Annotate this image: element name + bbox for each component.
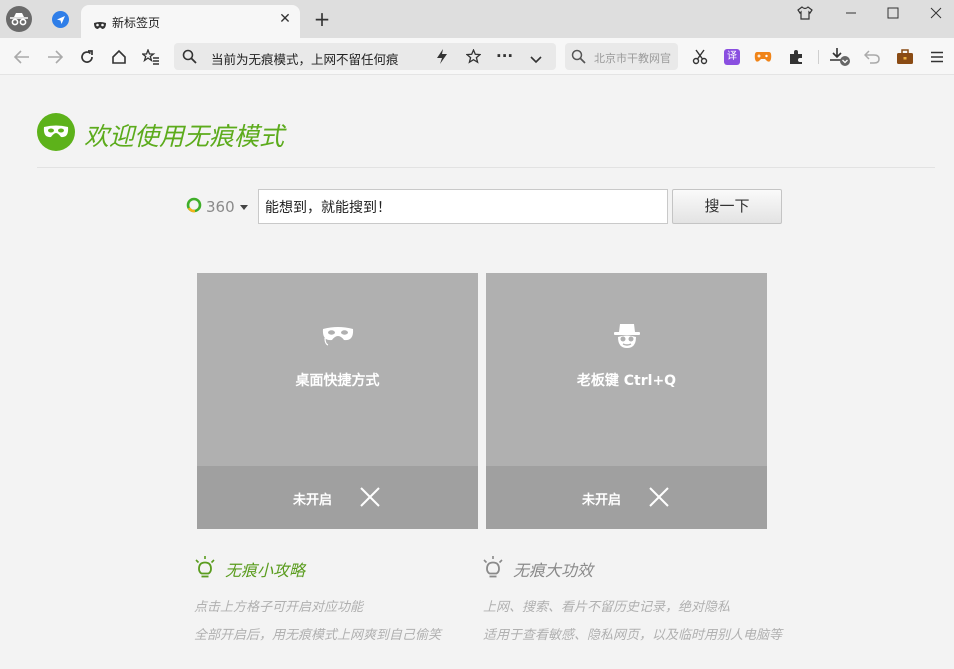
translate-label: 译 [724,49,740,65]
spy-icon [610,321,644,351]
card-title: 老板键 Ctrl+Q [576,373,677,389]
toolbar: 当前为无痕模式，上网不留任何痕 ··· 北京市干教网官 译 [0,38,954,75]
active-tab[interactable]: 新标签页 ✕ [81,5,300,38]
desktop-shortcut-card[interactable]: 桌面快捷方式 未开启 [197,273,478,529]
incognito-mask-logo-icon [37,113,75,151]
maximize-button[interactable] [880,3,906,23]
caret-down-icon [239,204,248,210]
search-input[interactable]: 能想到，就能搜到！ [258,189,668,224]
search-engine-name: 360 [206,198,235,216]
toolbox-briefcase-icon[interactable] [894,46,916,68]
back-icon[interactable] [11,46,33,68]
search-box-placeholder: 北京市干教网官 [594,52,671,65]
title-bar: 新标签页 ✕ + [0,0,954,38]
card-status: 未开启 [293,493,333,508]
360-logo-icon [186,197,202,217]
forward-icon[interactable] [44,46,66,68]
toolbar-separator [818,50,819,64]
main-menu-icon[interactable] [926,46,948,68]
search-icon [571,49,586,68]
favorites-list-icon[interactable] [140,46,162,68]
search-engine-selector[interactable]: 360 [186,197,248,217]
tip-line: 上网、搜索、看片不留历史记录，绝对隐私 [483,600,731,615]
close-window-button[interactable] [923,3,949,23]
download-icon[interactable] [829,46,851,68]
mask-tab-icon [93,16,107,35]
lightning-icon[interactable] [436,49,448,68]
new-tab-button[interactable]: + [312,7,332,31]
pinned-tab-navigation-icon[interactable] [52,11,69,28]
reload-icon[interactable] [76,46,98,68]
address-bar[interactable]: 当前为无痕模式，上网不留任何痕 ··· [174,43,556,70]
card-footer[interactable]: 未开启 [486,466,767,529]
disabled-x-icon [648,486,670,508]
undo-close-icon[interactable] [861,46,883,68]
extensions-puzzle-icon[interactable] [785,46,807,68]
incognito-new-tab-page: 欢迎使用无痕模式 360 能想到，就能搜到！ 搜一下 桌面快捷方式 未开启 老板… [0,76,954,669]
game-controller-icon[interactable] [752,46,774,68]
disabled-x-icon [359,486,381,508]
tip-heading: 无痕大功效 [513,561,594,580]
search-icon [182,49,197,68]
divider [37,167,935,168]
translate-icon[interactable]: 译 [721,46,743,68]
tab-title: 新标签页 [112,16,161,30]
search-box[interactable]: 北京市干教网官 [565,43,678,70]
home-icon[interactable] [108,46,130,68]
skin-icon[interactable] [792,3,818,23]
boss-key-card[interactable]: 老板键 Ctrl+Q 未开启 [486,273,767,529]
incognito-icon[interactable] [6,6,32,32]
tip-line: 点击上方格子可开启对应功能 [194,600,364,615]
screenshot-scissors-icon[interactable] [689,46,711,68]
card-footer[interactable]: 未开启 [197,466,478,529]
tab-close-icon[interactable]: ✕ [277,11,293,27]
card-title: 桌面快捷方式 [295,373,380,389]
card-status: 未开启 [582,493,622,508]
address-text: 当前为无痕模式，上网不留任何痕 [211,52,399,67]
lightbulb-icon [482,554,504,580]
tip-heading: 无痕小攻略 [225,561,306,580]
tip-line: 适用于查看敏感、隐私网页，以及临时用别人电脑等 [483,628,783,643]
tip-line: 全部开启后，用无痕模式上网爽到自己偷笑 [194,628,442,643]
minimize-button[interactable] [838,3,864,23]
chevron-down-icon[interactable] [530,50,542,69]
bookmark-star-icon[interactable] [465,48,482,68]
mask-icon [321,321,355,351]
welcome-heading: 欢迎使用无痕模式 [84,122,285,151]
more-options-icon[interactable]: ··· [496,47,513,65]
lightbulb-icon [194,554,216,580]
search-button[interactable]: 搜一下 [672,189,782,224]
